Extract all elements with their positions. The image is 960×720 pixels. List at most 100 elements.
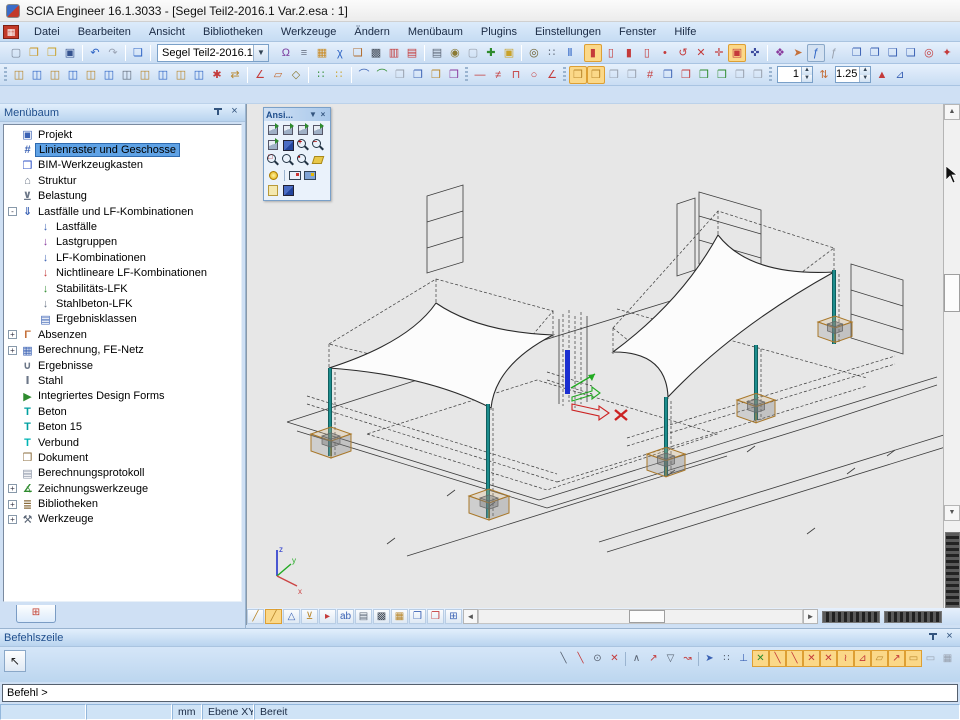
tree-item-zeichnungswerkzeuge[interactable]: +∡Zeichnungswerkzeuge (4, 481, 241, 496)
layer-lock-4-icon[interactable]: ❒ (623, 66, 641, 84)
geom-op-3-icon[interactable]: ◫ (46, 66, 64, 84)
view-axo-icon[interactable] (281, 138, 295, 152)
snap-midpoint-icon[interactable]: ✕ (752, 650, 769, 667)
layer-lock-2-icon[interactable]: ❒ (587, 66, 605, 84)
hinge-icon[interactable]: ↺ (674, 44, 692, 62)
search-1-icon[interactable]: ⌒ (355, 66, 373, 84)
gallery-icon[interactable]: ▢ (464, 44, 482, 62)
render-solid-icon[interactable] (303, 168, 317, 182)
clipping-box-icon[interactable] (311, 153, 325, 167)
scroll-left-icon[interactable]: ◄ (463, 609, 478, 624)
tree-item-linienraster-und-geschosse[interactable]: #Linienraster und Geschosse (4, 142, 241, 157)
close-icon[interactable]: × (943, 631, 956, 644)
geom-op-8-icon[interactable]: ◫ (136, 66, 154, 84)
view-side-icon[interactable] (281, 123, 295, 137)
menu-hilfe[interactable]: Hilfe (665, 24, 705, 40)
mdi-document-icon[interactable]: ▦ (3, 25, 19, 39)
copy-add-icon[interactable]: ❑ (884, 44, 902, 62)
zoom-in-icon[interactable]: + (296, 138, 310, 152)
filter-fx-on-icon[interactable]: ƒ (807, 44, 825, 62)
toolbar-grip[interactable] (465, 67, 468, 83)
snap-endpoint-icon[interactable]: ╲ (769, 650, 786, 667)
node-icon[interactable]: • (656, 44, 674, 62)
calculator-icon[interactable]: ▦ (313, 44, 331, 62)
view-bottom-icon[interactable] (266, 138, 280, 152)
snap-angle-icon[interactable]: ∧ (628, 650, 645, 667)
layer-grid-icon[interactable]: # (641, 66, 659, 84)
member-add-node-icon[interactable]: ▯ (602, 44, 620, 62)
view-top-icon[interactable] (296, 123, 310, 137)
zoom-all-icon[interactable] (281, 153, 295, 167)
geom-op-7-icon[interactable]: ◫ (118, 66, 136, 84)
pin-icon[interactable] (212, 107, 224, 119)
project-settings-icon[interactable]: Ω (277, 44, 295, 62)
command-input[interactable] (2, 684, 958, 702)
tree-item-beton[interactable]: TBeton (4, 404, 241, 419)
member-props-icon[interactable]: ▣ (728, 44, 746, 62)
toolbar-grip[interactable] (4, 67, 7, 83)
close-icon[interactable]: × (228, 106, 241, 119)
tree-item-stahlbeton-lfk[interactable]: ↓Stahlbeton-LFK (4, 296, 241, 311)
ratio-icon[interactable]: ⊿ (891, 66, 909, 84)
clipboard-icon[interactable]: ❑ (349, 44, 367, 62)
horizontal-scroll-thumb[interactable] (629, 610, 665, 623)
member-divide-icon[interactable]: ▮ (620, 44, 638, 62)
hinge-line-icon[interactable]: ≠ (489, 66, 507, 84)
open-file-icon[interactable]: ❐ (25, 44, 43, 62)
tree-item-verbund[interactable]: TVerbund (4, 435, 241, 450)
layer-lock-5-icon[interactable]: ❒ (659, 66, 677, 84)
cross-link-icon[interactable]: ✕ (692, 44, 710, 62)
print-area-icon[interactable]: ▤ (355, 609, 372, 624)
tree-item-beton-15[interactable]: TBeton 15 (4, 419, 241, 434)
snap-cross-icon[interactable]: ✕ (606, 650, 623, 667)
tree-item-stahl[interactable]: ⅠStahl (4, 373, 241, 388)
save-all-icon[interactable]: ❒ (43, 44, 61, 62)
view-corner-icon[interactable] (311, 123, 325, 137)
menu-fenster[interactable]: Fenster (610, 24, 665, 40)
copy-icon[interactable]: ❐ (848, 44, 866, 62)
geom-op-10-icon[interactable]: ◫ (172, 66, 190, 84)
help-icon[interactable]: ◎ (920, 44, 938, 62)
vertical-scroll-thumb[interactable] (944, 274, 960, 312)
tree-item-absenzen[interactable]: +ΓAbsenzen (4, 327, 241, 342)
geom-op-9-icon[interactable]: ◫ (154, 66, 172, 84)
line-red-icon[interactable]: — (471, 66, 489, 84)
menu-datei[interactable]: Datei (25, 24, 69, 40)
grid-color-icon[interactable]: ⊞ (445, 609, 462, 624)
layer-lock-9-icon[interactable]: ❒ (731, 66, 749, 84)
box-gold-icon[interactable]: ❒ (427, 66, 445, 84)
geom-op-5-icon[interactable]: ◫ (82, 66, 100, 84)
ruler-icon[interactable]: ▭ (922, 650, 939, 667)
toolbar-grip[interactable] (769, 67, 772, 83)
pair-nodes-icon[interactable]: ∷ (312, 66, 330, 84)
machine-icon[interactable]: ▦ (391, 609, 408, 624)
box-red-icon[interactable]: ❒ (427, 609, 444, 624)
scale-spinner[interactable]: 1▲▼ (777, 66, 813, 83)
cursor-snap-icon[interactable]: ➤ (701, 650, 718, 667)
layer-lock-1-icon[interactable]: ❒ (569, 66, 587, 84)
tree-item-ergebnisse[interactable]: ∪Ergebnisse (4, 358, 241, 373)
print-icon[interactable]: ▤ (428, 44, 446, 62)
layer-lock-7-icon[interactable]: ❒ (695, 66, 713, 84)
load-display-icon[interactable]: ⊻ (301, 609, 318, 624)
zoom-out-icon[interactable]: − (311, 138, 325, 152)
new-file-icon[interactable]: ▢ (7, 44, 25, 62)
copy-attr-icon[interactable]: ❐ (391, 66, 409, 84)
drawing-canvas[interactable]: z y x Ansi... ▼ × +−□▪ ▲ ▼ (246, 104, 960, 608)
tree-item-dokument[interactable]: ❒Dokument (4, 450, 241, 465)
zoom-document-icon[interactable]: ◎ (525, 44, 543, 62)
factor-up-icon[interactable]: ▲ (873, 66, 891, 84)
menu-einstellungen[interactable]: Einstellungen (526, 24, 610, 40)
table-input-icon[interactable]: ▥ (385, 44, 403, 62)
box-blue-icon[interactable]: ❒ (409, 609, 426, 624)
scale-swap-icon[interactable]: ⇅ (815, 66, 833, 84)
member-join-icon[interactable]: ▯ (638, 44, 656, 62)
menu-plugins[interactable]: Plugins (472, 24, 526, 40)
plane-edit-icon[interactable]: ◇ (287, 66, 305, 84)
view-palette-header[interactable]: Ansi... ▼ × (264, 108, 330, 121)
snap-tangent-icon[interactable]: ⊿ (854, 650, 871, 667)
tree-item-integriertes-design-forms[interactable]: ▶Integriertes Design Forms (4, 389, 241, 404)
menu-bearbeiten[interactable]: Bearbeiten (69, 24, 140, 40)
tree-item-berechnung-fe-netz[interactable]: +▦Berechnung, FE-Netz (4, 342, 241, 357)
variables-icon[interactable]: χ (331, 44, 349, 62)
